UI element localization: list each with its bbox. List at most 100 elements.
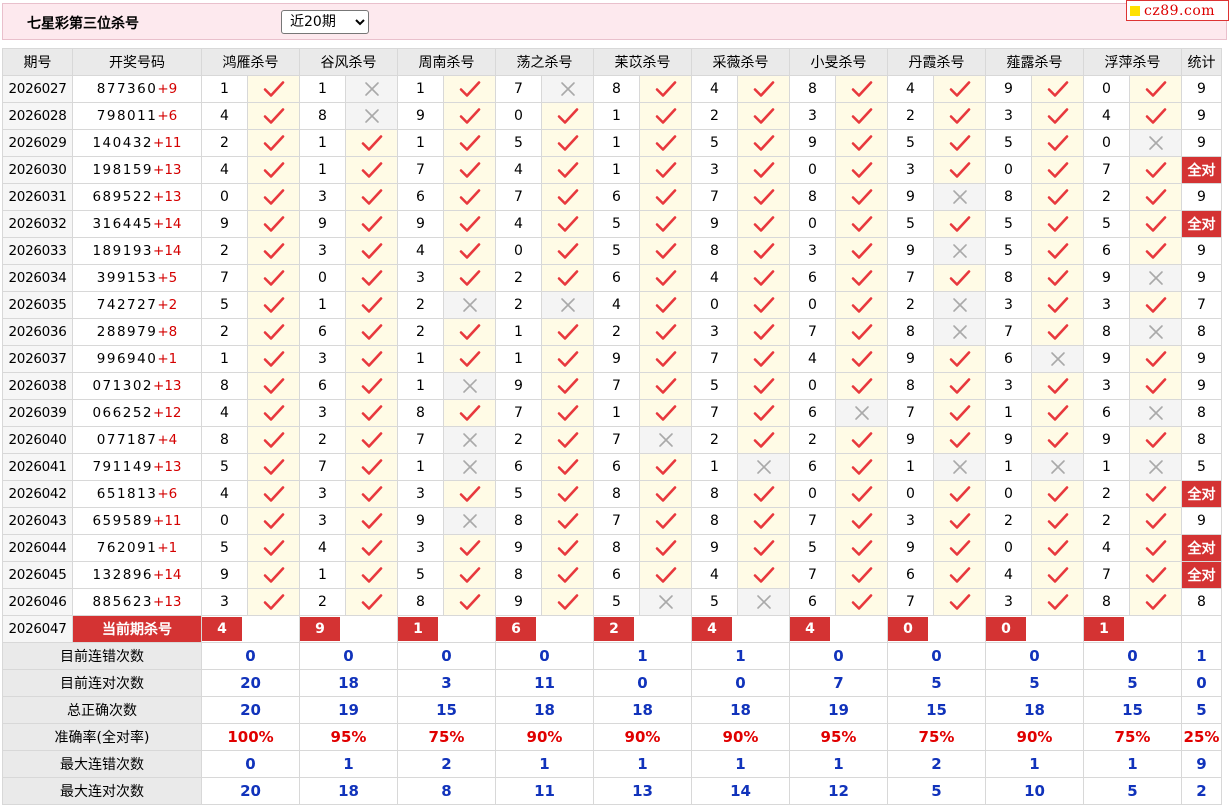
kill-number-cell: 2: [1083, 480, 1130, 508]
table-row: 2026029 140432+11 2 1 1 5 1 5 9 5 5 0 9: [2, 129, 1222, 157]
draw-digits: 651813: [96, 486, 158, 502]
checkmark-icon: [443, 588, 496, 616]
summary-value: 75%: [1083, 723, 1182, 751]
kill-number-cell: 2: [1083, 507, 1130, 535]
kill-number-cell: 6: [1083, 237, 1130, 265]
draw-digits: 288979: [96, 324, 158, 340]
kill-number-cell: 4: [691, 75, 738, 103]
checkmark-icon: [541, 426, 594, 454]
kill-number-cell: 8: [985, 264, 1032, 292]
kill-number-cell: 3: [299, 345, 346, 373]
checkmark-icon: [639, 480, 692, 508]
checkmark-icon: [737, 399, 790, 427]
checkmark-icon: [835, 588, 888, 616]
checkmark-icon: [541, 480, 594, 508]
stat-cell: 8: [1181, 426, 1222, 454]
stat-cell: 9: [1181, 507, 1222, 535]
kill-number-cell: 5: [201, 291, 248, 319]
summary-value: 5: [1181, 696, 1222, 724]
issue-cell: 2026039: [2, 399, 73, 427]
checkmark-icon: [1129, 345, 1182, 373]
summary-value: 0: [593, 669, 692, 697]
kill-number-cell: 5: [495, 129, 542, 157]
column-header-issue: 期号: [2, 48, 73, 76]
checkmark-icon: [933, 588, 986, 616]
kill-number-cell: 2: [985, 507, 1032, 535]
current-kill-cell: 0: [985, 615, 1084, 643]
kill-number-cell: 7: [397, 426, 444, 454]
draw-number-cell: 791149+13: [72, 453, 202, 481]
kill-number-cell: 1: [299, 129, 346, 157]
checkmark-icon: [443, 102, 496, 130]
kill-number-cell: 3: [1083, 372, 1130, 400]
draw-bonus: +6: [157, 108, 178, 124]
kill-number-cell: 2: [691, 426, 738, 454]
summary-value: 11: [495, 669, 594, 697]
draw-digits: 877360: [96, 81, 158, 97]
draw-number-cell: 132896+14: [72, 561, 202, 589]
checkmark-icon: [541, 534, 594, 562]
draw-bonus: +13: [153, 594, 182, 610]
kill-number-cell: 8: [985, 183, 1032, 211]
checkmark-icon: [1129, 102, 1182, 130]
kill-number-cell: 3: [299, 399, 346, 427]
checkmark-icon: [345, 210, 398, 238]
kill-number-cell: 3: [397, 264, 444, 292]
draw-number-cell: 996940+1: [72, 345, 202, 373]
kill-number-cell: 3: [985, 372, 1032, 400]
checkmark-icon: [835, 102, 888, 130]
checkmark-icon: [247, 183, 300, 211]
cross-icon: [541, 291, 594, 319]
all-correct-badge: 全对: [1181, 210, 1222, 238]
kill-number-cell: 4: [789, 345, 836, 373]
kill-number-cell: 3: [691, 156, 738, 184]
current-kill-cell: 4: [789, 615, 888, 643]
draw-digits: 071302: [92, 378, 154, 394]
draw-number-cell: 399153+5: [72, 264, 202, 292]
checkmark-icon: [835, 210, 888, 238]
kill-number-cell: 5: [691, 372, 738, 400]
kill-number-cell: 2: [1083, 183, 1130, 211]
current-kill-number: 4: [202, 617, 242, 641]
checkmark-icon: [1031, 507, 1084, 535]
checkmark-icon: [541, 399, 594, 427]
period-select[interactable]: 近20期: [281, 10, 369, 34]
summary-value: 1: [691, 642, 790, 670]
summary-value: 18: [985, 696, 1084, 724]
checkmark-icon: [247, 264, 300, 292]
checkmark-icon: [443, 129, 496, 157]
kill-number-cell: 8: [495, 561, 542, 589]
kill-number-cell: 3: [299, 183, 346, 211]
checkmark-icon: [639, 399, 692, 427]
draw-bonus: +4: [157, 432, 178, 448]
current-kill-cell: 0: [887, 615, 986, 643]
checkmark-icon: [443, 210, 496, 238]
kill-number-cell: 1: [985, 399, 1032, 427]
issue-cell: 2026036: [2, 318, 73, 346]
table-row: 2026036 288979+8 2 6 2 1 2 3 7 8 7 8 8: [2, 318, 1222, 346]
checkmark-icon: [1129, 237, 1182, 265]
kill-number-cell: 9: [201, 561, 248, 589]
kill-number-cell: 9: [201, 210, 248, 238]
checkmark-icon: [737, 507, 790, 535]
kill-number-cell: 3: [789, 102, 836, 130]
issue-cell: 2026027: [2, 75, 73, 103]
stat-cell: 9: [1181, 345, 1222, 373]
summary-value: 75%: [887, 723, 986, 751]
summary-label: 目前连错次数: [2, 642, 202, 670]
kill-number-cell: 3: [299, 237, 346, 265]
kill-number-cell: 7: [495, 183, 542, 211]
checkmark-icon: [247, 561, 300, 589]
checkmark-icon: [443, 156, 496, 184]
site-logo[interactable]: cz89.com: [1126, 0, 1229, 21]
kill-number-cell: 9: [593, 345, 640, 373]
checkmark-icon: [443, 318, 496, 346]
summary-value: 19: [299, 696, 398, 724]
draw-number-cell: 071302+13: [72, 372, 202, 400]
kill-number-cell: 4: [691, 561, 738, 589]
checkmark-icon: [345, 318, 398, 346]
kill-number-cell: 1: [1083, 453, 1130, 481]
kill-number-cell: 8: [691, 480, 738, 508]
summary-value: 18: [299, 777, 398, 805]
column-header-expert: 小旻杀号: [789, 48, 888, 76]
